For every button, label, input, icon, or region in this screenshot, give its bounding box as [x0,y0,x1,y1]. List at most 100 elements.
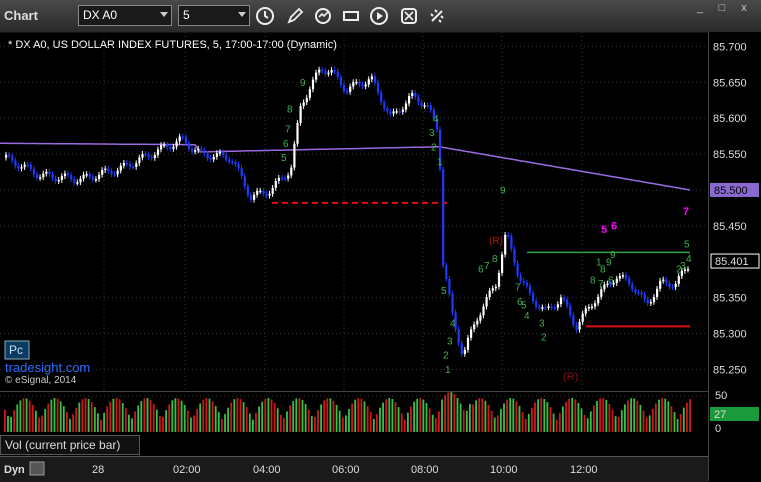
sequence-count-label: 5 [521,300,527,311]
ma-value-label: 85.500 [714,185,748,197]
minimize-button[interactable]: _ [690,2,710,16]
volume-bar [252,419,254,432]
volume-panel [0,391,708,436]
magenta-count-label: 7 [683,206,689,218]
link-icon[interactable] [426,5,448,27]
candle-body [274,181,277,188]
toolbar: Chart DX A0 5 _ □ x [0,0,761,33]
candle-body [293,143,296,168]
candle-body [302,102,305,107]
candle-body [668,283,671,287]
volume-bar [397,407,400,432]
play-icon[interactable] [368,5,390,27]
candle-body [318,69,321,73]
candle-body [423,105,426,107]
volume-bar [580,408,583,432]
volume-bar [100,419,102,432]
volume-bar [608,403,611,432]
template-icon[interactable] [340,5,362,27]
sequence-count-label: 8 [492,254,498,265]
volume-bar [636,400,639,432]
volume-bar [134,411,136,432]
candle-body [39,177,42,179]
volume-bar [593,405,595,432]
time-tick-label: 04:00 [253,464,281,476]
zoom-button[interactable] [29,461,45,476]
volume-bar [484,400,487,432]
price-axis[interactable]: 85.700 85.650 85.600 85.550 85.500 85.450 85.4… [708,32,761,481]
volume-bar [419,398,422,432]
sequence-count-label: 3 [539,318,545,329]
sequence-count-label: 3 [429,128,435,139]
sequence-count-label: 6 [608,275,614,286]
volume-bar [531,407,533,432]
candle-body [234,162,237,165]
volume-bar [645,417,648,432]
pencil-icon[interactable] [284,5,306,27]
volume-tab[interactable]: Vol (current price bar) × [0,435,140,466]
volume-bar [682,407,685,432]
candle-body [67,173,70,176]
candle-body [373,76,377,83]
candle-body [528,285,532,294]
volume-bar [453,394,456,432]
sequence-count-label: 5 [684,239,690,250]
candle-body [194,150,197,152]
chevron-down-icon[interactable] [160,12,168,17]
close-button[interactable]: x [734,2,754,16]
candle-body [426,105,429,107]
candle-body [240,168,243,177]
volume-bar [481,398,484,432]
volume-bar [403,419,406,432]
price-chart[interactable]: * DX A0, US DOLLAR INDEX FUTURES, 5, 17:… [0,32,708,391]
time-axis[interactable]: Dyn 28 02:00 04:00 06:00 08:00 10:00 12:00 [0,456,708,482]
volume-bar [236,398,239,432]
volume-bar [410,406,412,432]
volume-bar [261,401,264,432]
candle-body [305,97,308,103]
candle-body [677,276,680,284]
candle-body [48,171,51,174]
interval-select[interactable]: 5 [178,5,250,26]
volume-bar [273,403,276,432]
candle-body [107,168,110,171]
candle-body [163,144,166,147]
clock-icon[interactable] [254,5,276,27]
volume-bar [655,403,657,432]
settings-icon[interactable] [398,5,420,27]
candle-body [411,92,414,97]
dyn-label: Dyn [4,464,25,476]
volume-bar [527,414,530,432]
refresh-icon[interactable] [312,5,334,27]
sequence-count-label: 2 [431,142,437,153]
volume-bar [317,410,319,432]
sequence-count-label: 4 [686,254,692,265]
sequence-count-label: 2 [541,333,547,344]
volume-bar [276,408,279,432]
candle-body [687,269,690,271]
candle-body [181,136,184,139]
candle-body [138,157,141,164]
volume-bar [35,410,37,432]
candle-body [246,186,249,196]
candle-body [637,292,640,294]
candle-body [237,164,240,169]
volume-bar [295,398,298,432]
candle-body [662,279,665,282]
volume-bar [596,400,598,432]
volume-bar [493,417,496,432]
candle-body [280,177,284,180]
volume-bar [385,399,388,432]
chevron-down-icon[interactable] [238,12,246,17]
candle-body [513,248,516,264]
candle-body [470,329,473,338]
last-price-label: 85.401 [715,256,749,268]
candle-body [497,272,501,287]
volume-current-label: 27 [714,409,726,421]
volume-bar [255,412,257,432]
maximize-button[interactable]: □ [712,2,732,16]
candle-body [466,337,470,350]
candle-body [70,174,73,180]
volume-bar [338,410,341,432]
symbol-input[interactable]: DX A0 [78,5,172,26]
